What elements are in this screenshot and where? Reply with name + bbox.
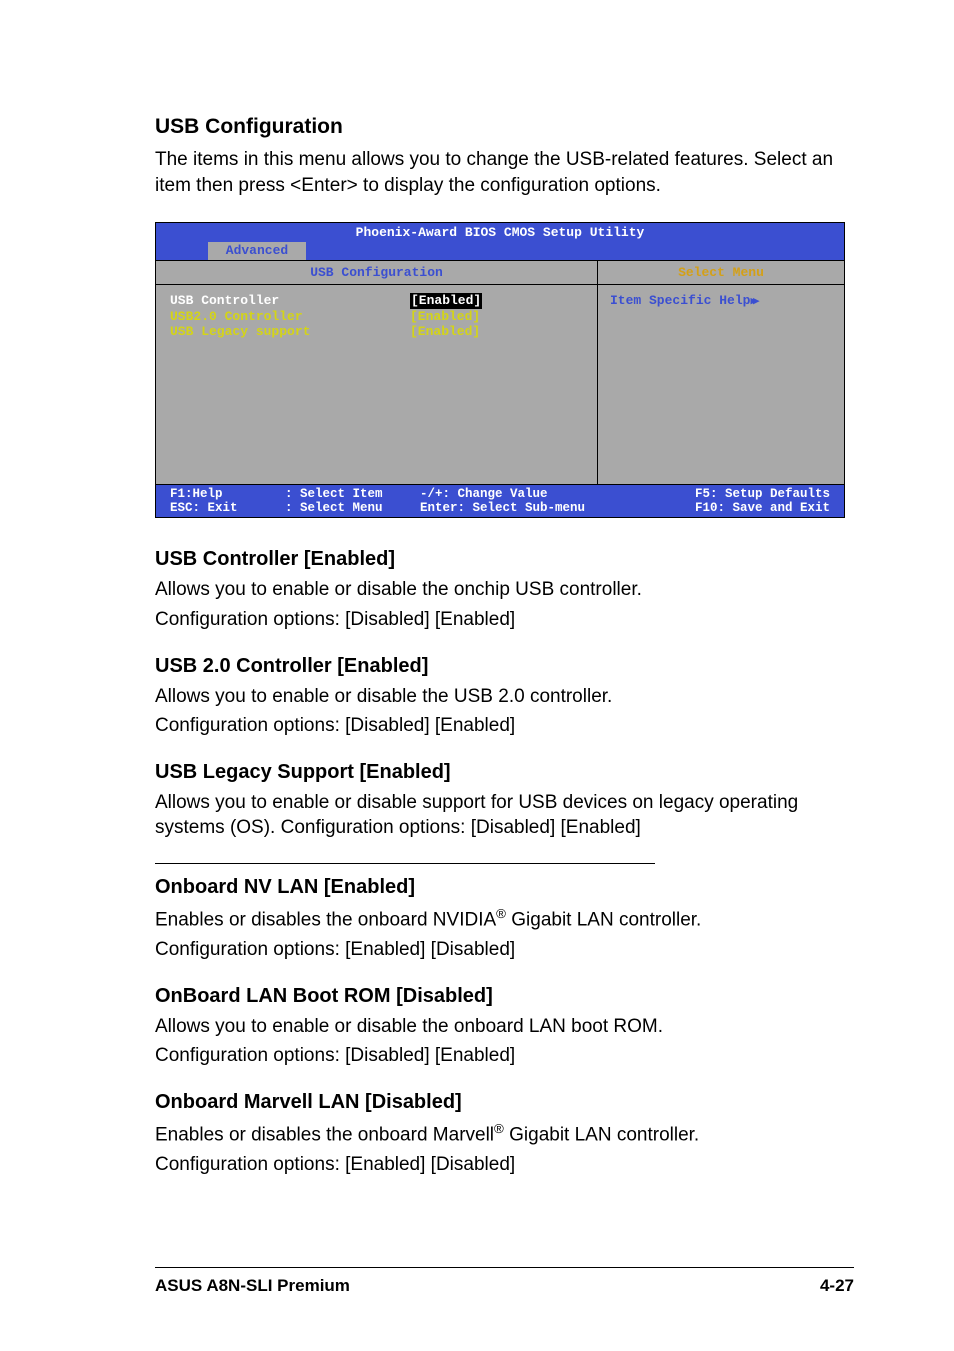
nv-lan-options: Configuration options: [Enabled] [Disabl…: [155, 937, 854, 963]
usb20-options: Configuration options: [Disabled] [Enabl…: [155, 713, 854, 739]
bios-f10-save: F10: Save and Exit: [635, 501, 830, 515]
bios-item-label: USB Controller: [170, 293, 410, 309]
bios-select-menu-label: Select Menu: [598, 261, 844, 284]
usb-controller-heading: USB Controller [Enabled]: [155, 548, 854, 571]
bios-title: Phoenix-Award BIOS CMOS Setup Utility: [156, 223, 844, 242]
onboard-lan-desc: Allows you to enable or disable the onbo…: [155, 1014, 854, 1040]
usb-controller-desc: Allows you to enable or disable the onch…: [155, 577, 854, 603]
separator: [155, 863, 655, 864]
onboard-lan-options: Configuration options: [Disabled] [Enabl…: [155, 1043, 854, 1069]
bios-help-text: Item Specific Help: [610, 293, 750, 308]
usb-config-intro: The items in this menu allows you to cha…: [155, 147, 854, 198]
marvell-options: Configuration options: [Enabled] [Disabl…: [155, 1152, 854, 1178]
bios-tab-row: Advanced: [156, 242, 844, 260]
usb20-heading: USB 2.0 Controller [Enabled]: [155, 655, 854, 678]
marvell-desc: Enables or disables the onboard Marvell®…: [155, 1120, 854, 1148]
bios-change-value: -/+: Change Value: [420, 487, 635, 501]
usb20-desc: Allows you to enable or disable the USB …: [155, 684, 854, 710]
double-arrow-icon: ▶▶: [750, 296, 755, 308]
bios-select-menu: : Select Menu: [285, 501, 420, 515]
bios-item-label: USB Legacy support: [170, 324, 410, 340]
usb-controller-options: Configuration options: [Disabled] [Enabl…: [155, 607, 854, 633]
nv-lan-heading: Onboard NV LAN [Enabled]: [155, 876, 854, 899]
bios-f1-help: F1:Help: [170, 487, 285, 501]
bios-screenshot: Phoenix-Award BIOS CMOS Setup Utility Ad…: [155, 222, 845, 518]
bios-item-label: USB2.0 Controller: [170, 309, 410, 325]
bios-item-usb-controller: USB Controller [Enabled]: [170, 293, 583, 309]
footer-product-name: ASUS A8N-SLI Premium: [155, 1276, 350, 1296]
bios-config-panel: USB Controller [Enabled] USB2.0 Controll…: [156, 285, 598, 484]
registered-icon: ®: [496, 906, 506, 921]
bios-esc-exit: ESC: Exit: [170, 501, 285, 515]
bios-advanced-tab: Advanced: [208, 242, 306, 260]
bios-f5-defaults: F5: Setup Defaults: [635, 487, 830, 501]
bios-footer: F1:Help ESC: Exit : Select Item : Select…: [156, 484, 844, 517]
onboard-lan-heading: OnBoard LAN Boot ROM [Disabled]: [155, 985, 854, 1008]
nv-lan-desc: Enables or disables the onboard NVIDIA® …: [155, 905, 854, 933]
bios-item-value: [Enabled]: [410, 309, 480, 325]
usb-legacy-heading: USB Legacy Support [Enabled]: [155, 761, 854, 784]
bios-help-panel: Item Specific Help▶▶: [598, 285, 844, 484]
usb-config-title: USB Configuration: [155, 115, 854, 139]
footer-page-number: 4-27: [820, 1276, 854, 1296]
registered-icon: ®: [494, 1121, 504, 1136]
marvell-heading: Onboard Marvell LAN [Disabled]: [155, 1091, 854, 1114]
usb-legacy-desc: Allows you to enable or disable support …: [155, 790, 854, 841]
bios-item-usb-legacy: USB Legacy support [Enabled]: [170, 324, 583, 340]
bios-select-item: : Select Item: [285, 487, 420, 501]
bios-item-value: [Enabled]: [410, 293, 482, 309]
bios-enter-submenu: Enter: Select Sub-menu: [420, 501, 635, 515]
page-footer: ASUS A8N-SLI Premium 4-27: [155, 1267, 854, 1296]
bios-panel-title: USB Configuration: [156, 261, 598, 284]
bios-item-usb20-controller: USB2.0 Controller [Enabled]: [170, 309, 583, 325]
bios-item-value: [Enabled]: [410, 324, 480, 340]
